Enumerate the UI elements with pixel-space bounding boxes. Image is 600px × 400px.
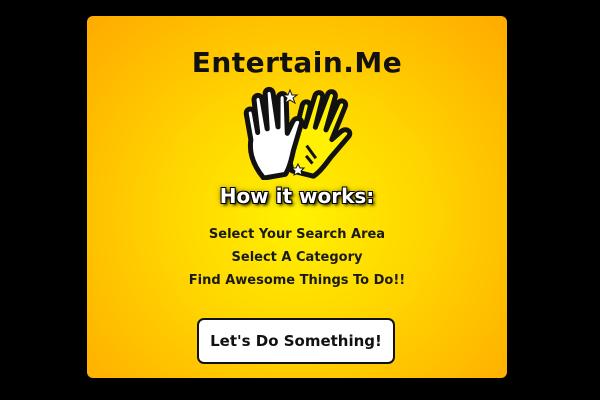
step-item: Find Awesome Things To Do!! xyxy=(188,273,406,288)
step-item: Select A Category xyxy=(231,250,363,265)
app-title: Entertain.Me xyxy=(191,46,403,79)
landing-card: Entertain.Me How it works: Select Your S… xyxy=(87,16,507,378)
lets-do-something-button[interactable]: Let's Do Something! xyxy=(197,318,395,364)
high-five-hands-icon xyxy=(238,84,358,181)
steps-list: Select Your Search Area Select A Categor… xyxy=(87,223,507,292)
how-it-works-heading: How it works: xyxy=(219,184,375,208)
step-item: Select Your Search Area xyxy=(208,227,386,242)
